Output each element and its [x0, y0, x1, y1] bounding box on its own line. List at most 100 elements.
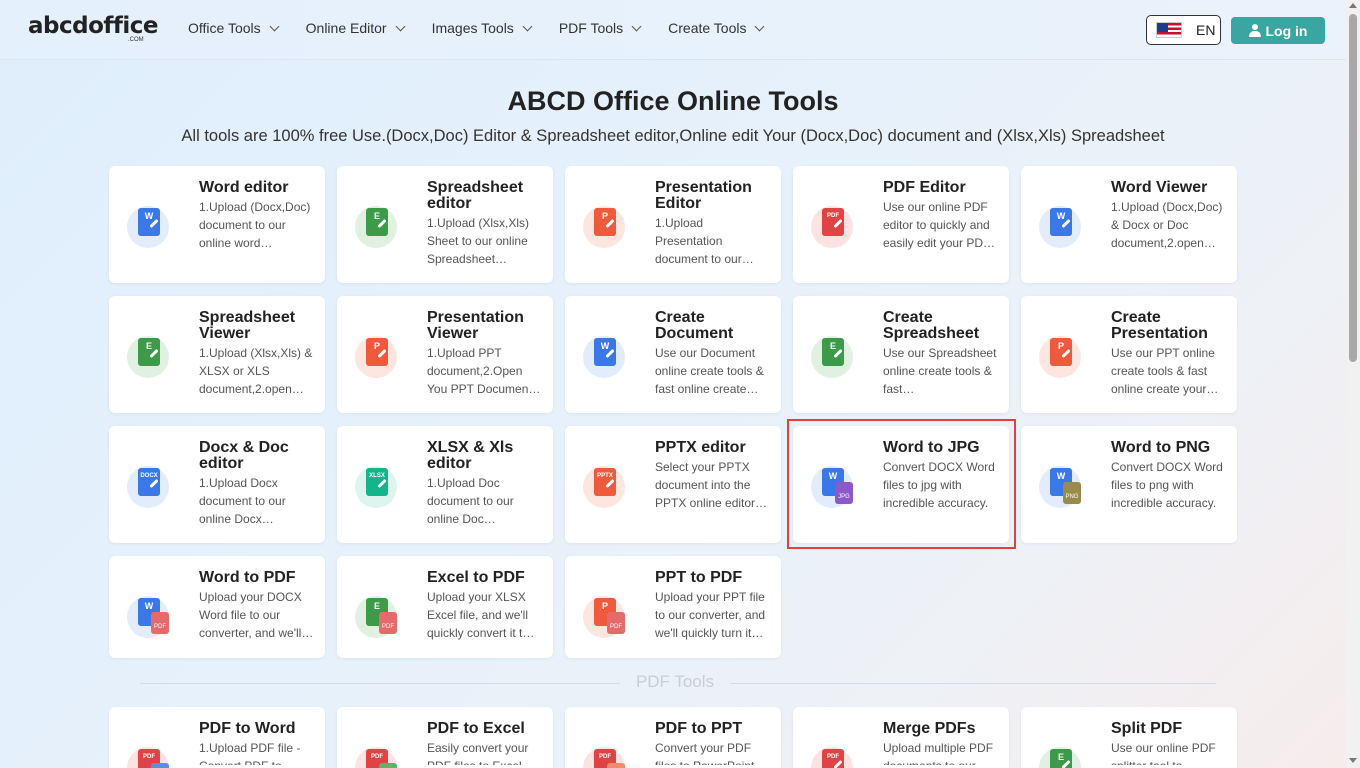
tool-description: Upload your DOCX Word file to our conver… — [199, 590, 314, 640]
site-logo[interactable]: abcdoffice — [28, 13, 159, 39]
tool-card-merge-pdfs[interactable]: PDF Merge PDFs Upload multiple PDF documen… — [793, 707, 1009, 768]
language-selector[interactable]: EN — [1146, 15, 1221, 45]
tool-card-word-to-pdf[interactable]: W PDF Word to PDF Upload your DOCX Word fil… — [109, 556, 325, 658]
tool-title: Spreadsheet editor — [427, 179, 524, 212]
tool-card-word-to-jpg[interactable]: W JPG Word to JPG Convert DOCX Word files t… — [793, 426, 1009, 543]
tool-card-pdf-to-excel[interactable]: PDFE PDF to Excel Easily convert your PDF … — [337, 707, 553, 768]
nav-online-editor[interactable]: Online Editor — [306, 20, 406, 36]
spreadsheet-viewer-icon: E — [127, 334, 171, 378]
login-button[interactable]: Log in — [1231, 17, 1325, 44]
tool-title: XLSX & Xls editor — [427, 439, 514, 472]
target-format-icon: P — [607, 763, 625, 768]
tool-title: Word editor — [199, 179, 289, 196]
create-document-icon: W — [583, 334, 627, 378]
tool-description: 1.Upload PDF file - Convert PDF to… — [199, 741, 301, 765]
pptx-editor-icon: PPTX — [583, 464, 627, 508]
tool-title: Excel to PDF — [427, 569, 525, 586]
tool-card-presentation-viewer[interactable]: P Presentation Viewer 1.Upload PPT documen… — [337, 296, 553, 413]
word-viewer-icon: W — [1039, 204, 1083, 248]
tool-description: Upload your PPT file to our converter, a… — [655, 590, 766, 640]
nav-create-tools[interactable]: Create Tools — [668, 20, 765, 36]
nav-images-tools[interactable]: Images Tools — [432, 20, 533, 36]
tool-title: PDF to Word — [199, 720, 296, 737]
tool-card-pdf-to-word[interactable]: PDFW PDF to Word 1.Upload PDF file - Conve… — [109, 707, 325, 768]
tool-description: Use our Spreadsheet online create tools … — [883, 346, 997, 396]
us-flag-icon — [1156, 22, 1182, 38]
tool-card-pdf-to-ppt[interactable]: PDFP PDF to PPT Convert your PDF files to … — [565, 707, 781, 768]
word-to-png-icon: W PNG — [1039, 464, 1083, 508]
top-header: abcdoffice .COM Office Tools Online Edit… — [0, 0, 1346, 60]
target-format-icon: E — [379, 763, 397, 768]
chevron-down-icon — [269, 21, 280, 31]
tool-description: Convert DOCX Word files to png with incr… — [1111, 460, 1223, 510]
tool-card-create-presentation[interactable]: P Create Presentation Use our PPT online c… — [1021, 296, 1237, 413]
tool-description: Easily convert your PDF files to Excel f… — [427, 741, 529, 765]
presentation-editor-icon: P — [583, 204, 627, 248]
spreadsheet-editor-icon: E — [355, 204, 399, 248]
tool-description: 1.Upload (Docx,Doc) & Docx or Doc docume… — [1111, 200, 1223, 250]
tool-description: 1.Upload (Xlsx,Xls) Sheet to our online … — [427, 216, 530, 266]
target-format-icon: PDF — [151, 612, 169, 634]
merge-pdfs-icon: PDF — [811, 745, 855, 768]
tool-title: Merge PDFs — [883, 720, 976, 737]
tool-description: Convert DOCX Word files to jpg with incr… — [883, 460, 995, 510]
tool-card-spreadsheet-editor[interactable]: E Spreadsheet editor 1.Upload (Xlsx,Xls) S… — [337, 166, 553, 283]
tool-card-pdf-editor[interactable]: PDF PDF Editor Use our online PDF editor t… — [793, 166, 1009, 283]
tool-card-create-spreadsheet[interactable]: E Create Spreadsheet Use our Spreadsheet o… — [793, 296, 1009, 413]
tool-card-ppt-to-pdf[interactable]: P PDF PPT to PDF Upload your PPT file to ou… — [565, 556, 781, 658]
document-icon: PDF — [822, 749, 844, 768]
tool-title: Spreadsheet Viewer — [199, 309, 296, 342]
tool-card-split-pdf[interactable]: E Split PDF Use our online PDF splitter to… — [1021, 707, 1237, 768]
nav-pdf-tools[interactable]: PDF Tools — [559, 20, 642, 36]
tool-description: Select your PPTX document into the PPTX … — [655, 460, 768, 510]
page-title: ABCD Office Online Tools — [507, 86, 839, 116]
ppt-to-pdf-icon: P PDF — [583, 594, 627, 638]
pdf-to-excel-icon: PDFE — [355, 745, 399, 768]
target-format-icon: PNG — [1063, 482, 1081, 504]
target-format-icon: PDF — [379, 612, 397, 634]
nav-office-tools[interactable]: Office Tools — [188, 20, 280, 36]
scrollbar-thumb[interactable] — [1349, 14, 1357, 362]
docx-and-doc-editor-icon: DOCX — [127, 464, 171, 508]
tool-card-word-editor[interactable]: W Word editor 1.Upload (Docx,Doc) document… — [109, 166, 325, 283]
create-presentation-icon: P — [1039, 334, 1083, 378]
tool-card-word-to-png[interactable]: W PNG Word to PNG Convert DOCX Word files t… — [1021, 426, 1237, 543]
logo-domain: .COM — [128, 37, 144, 43]
pdf-to-word-icon: PDFW — [127, 745, 171, 768]
chevron-down-icon — [395, 21, 406, 31]
tool-title: Presentation Viewer — [427, 309, 524, 342]
tool-title: Docx & Doc editor — [199, 439, 289, 472]
tool-title: PDF Editor — [883, 179, 966, 196]
tool-description: 1.Upload PPT document,2.Open You PPT Doc… — [427, 346, 541, 396]
tool-title: PDF to Excel — [427, 720, 525, 737]
tool-card-create-document[interactable]: W Create Document Use our Document online … — [565, 296, 781, 413]
tool-title: Word Viewer — [1111, 179, 1208, 196]
page-scrollbar[interactable] — [1346, 0, 1360, 768]
tool-card-pptx-editor[interactable]: PPTX PPTX editor Select your PPTX document… — [565, 426, 781, 543]
tool-description: Convert your PDF files to PowerPoint… — [655, 741, 766, 765]
target-format-icon: PDF — [607, 612, 625, 634]
word-to-pdf-icon: W PDF — [127, 594, 171, 638]
document-icon: E — [1050, 749, 1072, 768]
word-editor-icon: W — [127, 204, 171, 248]
create-spreadsheet-icon: E — [811, 334, 855, 378]
excel-to-pdf-icon: E PDF — [355, 594, 399, 638]
tool-title: Split PDF — [1111, 720, 1183, 737]
tool-description: 1.Upload (Xlsx,Xls) & XLSX or XLS docume… — [199, 346, 313, 396]
scroll-up-icon[interactable] — [1349, 3, 1357, 8]
scroll-down-icon[interactable] — [1349, 758, 1357, 763]
tool-card-excel-to-pdf[interactable]: E PDF Excel to PDF Upload your XLSX Excel f… — [337, 556, 553, 658]
tool-title: Create Spreadsheet — [883, 309, 980, 342]
tool-card-docx-and-doc-editor[interactable]: DOCX Docx & Doc editor 1.Upload Docx docum… — [109, 426, 325, 543]
tool-description: 1.Upload (Docx,Doc) document to our onli… — [199, 200, 311, 250]
tool-title: Word to JPG — [883, 439, 980, 456]
pdf-to-ppt-icon: PDFP — [583, 745, 627, 768]
presentation-viewer-icon: P — [355, 334, 399, 378]
tool-card-xlsx-and-xls-editor[interactable]: XLSX XLSX & Xls editor 1.Upload Doc docume… — [337, 426, 553, 543]
tool-card-spreadsheet-viewer[interactable]: E Spreadsheet Viewer 1.Upload (Xlsx,Xls) &… — [109, 296, 325, 413]
tool-card-presentation-editor[interactable]: P Presentation Editor 1.Upload Presentatio… — [565, 166, 781, 283]
tool-card-word-viewer[interactable]: W Word Viewer 1.Upload (Docx,Doc) & Docx o… — [1021, 166, 1237, 283]
page-subtitle: All tools are 100% free Use.(Docx,Doc) E… — [181, 127, 1165, 145]
chevron-down-icon — [755, 21, 765, 31]
tool-description: 1.Upload Doc document to our online Doc… — [427, 476, 514, 526]
